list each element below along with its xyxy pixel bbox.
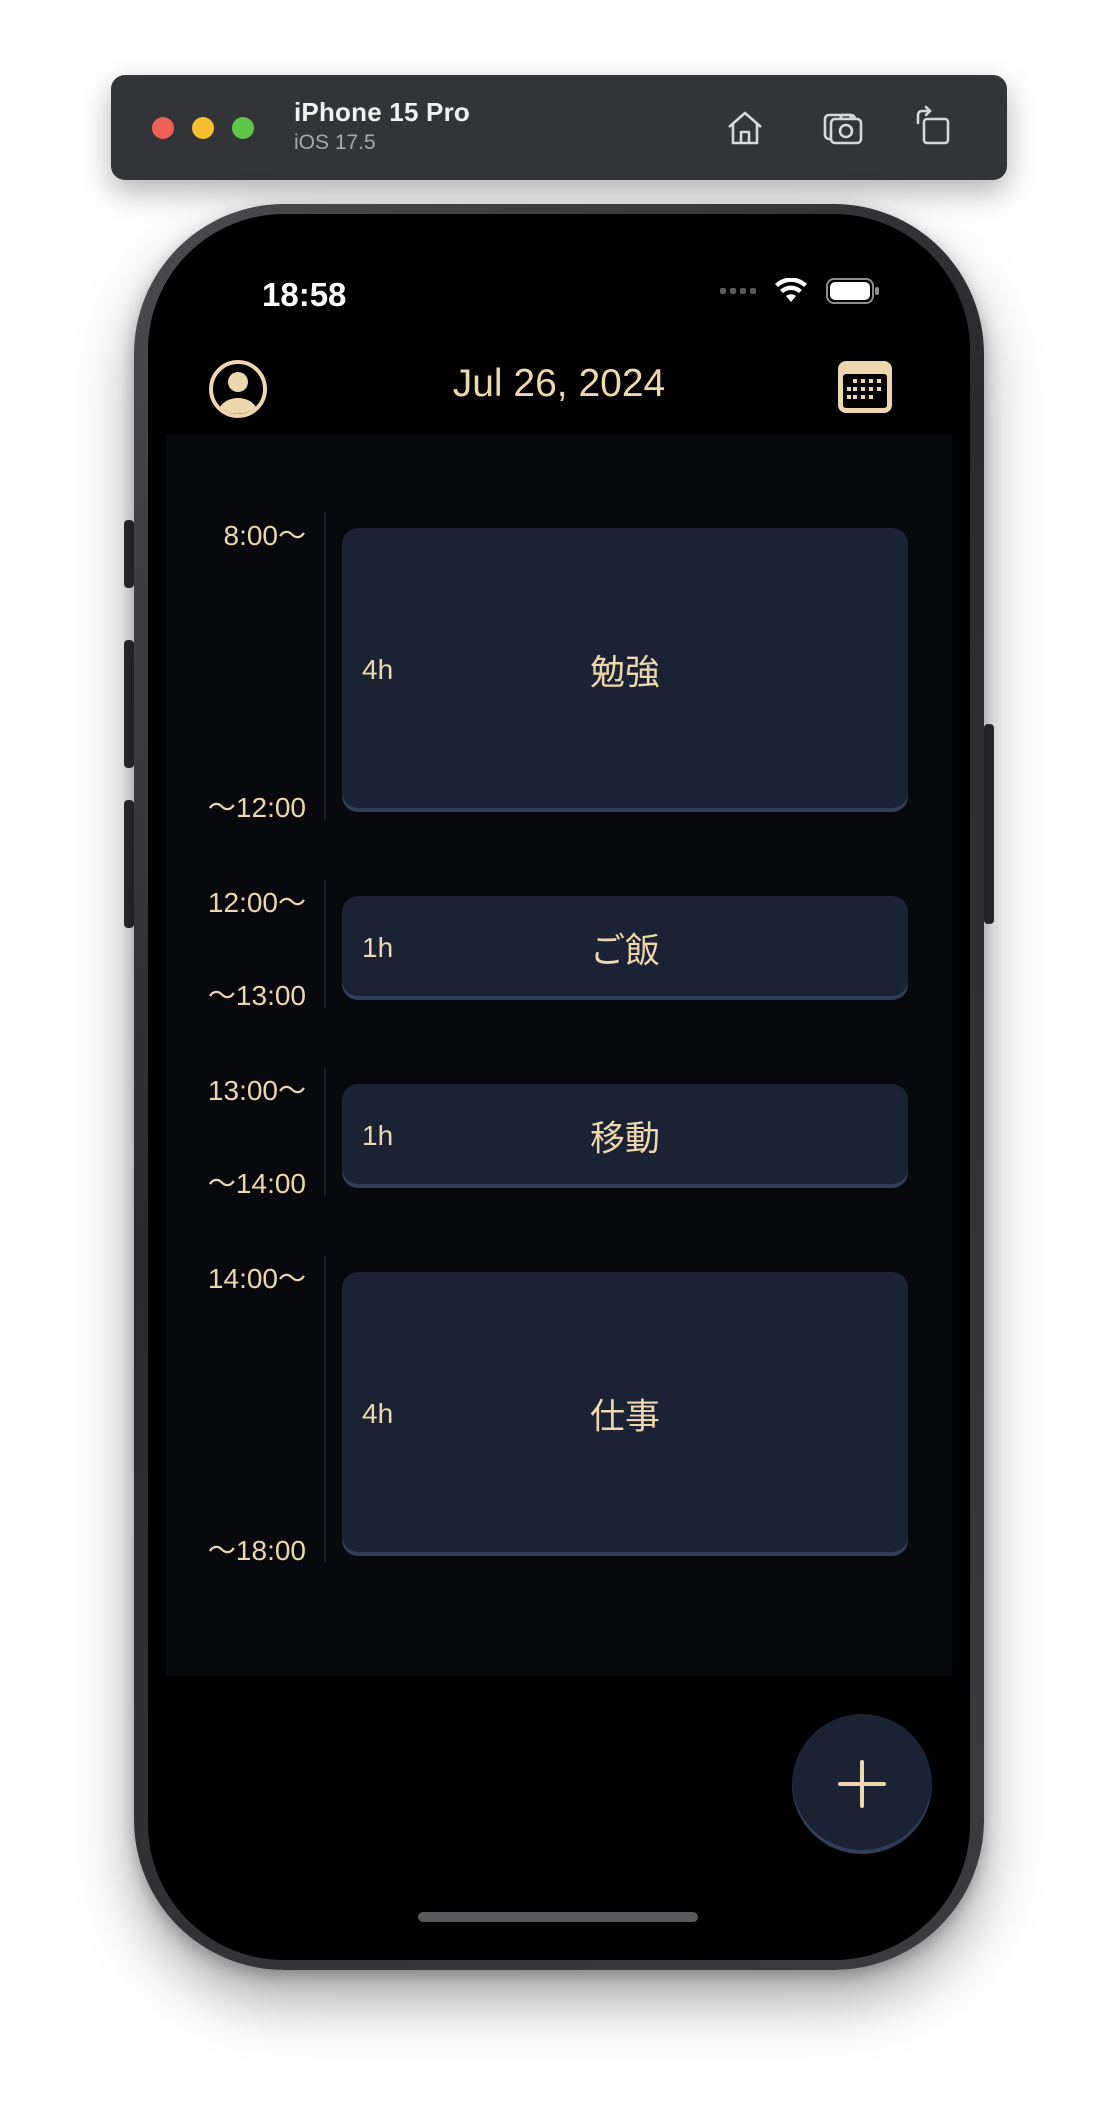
end-time-label: 〜14:00 (207, 1168, 306, 1199)
start-time-label: 14:00〜 (207, 1263, 306, 1294)
screenshot-icon (823, 113, 863, 145)
action-button (124, 520, 134, 588)
timeline-divider (324, 1068, 326, 1196)
rotate-icon (916, 105, 950, 145)
minimize-window-button[interactable] (192, 117, 214, 139)
volume-up-button (124, 640, 134, 768)
timeline-divider (324, 512, 326, 820)
schedule-card[interactable]: 1h 移動 (342, 1084, 908, 1188)
plus-icon (838, 1760, 886, 1808)
home-icon (728, 111, 762, 145)
calendar-button[interactable] (836, 359, 894, 415)
timeline-divider (324, 880, 326, 1008)
schedule-card[interactable]: 1h ご飯 (342, 896, 908, 1000)
add-event-button[interactable] (792, 1714, 932, 1854)
status-icons (720, 278, 880, 304)
cellular-signal-icon (720, 288, 756, 294)
battery-icon (826, 278, 879, 304)
os-version: iOS 17.5 (294, 131, 376, 154)
start-time-label: 13:00〜 (207, 1075, 306, 1106)
event-title: 勉強 (589, 653, 660, 694)
schedule-timeline: 8:00〜 〜12:00 4h 勉強 12:00〜 〜13:00 1h ご飯 1… (166, 434, 952, 1676)
status-time: 18:58 (262, 276, 347, 313)
start-time-label: 12:00〜 (207, 887, 306, 918)
power-button (984, 724, 994, 924)
phone-screen: 18:58 Jul 26, 2024 8:00〜 〜12:00 4h 勉強 12… (148, 214, 970, 1960)
screenshot-button[interactable] (817, 101, 869, 153)
simulator-toolbar: iPhone 15 Pro iOS 17.5 (111, 75, 1007, 180)
event-title: 移動 (589, 1119, 660, 1160)
rotate-button[interactable] (908, 101, 960, 153)
end-time-label: 〜12:00 (207, 792, 306, 823)
start-time-label: 8:00〜 (223, 520, 307, 551)
device-name: iPhone 15 Pro (294, 97, 470, 127)
schedule-card[interactable]: 4h 勉強 (342, 528, 908, 812)
home-indicator[interactable] (418, 1912, 698, 1922)
calendar-icon (838, 361, 892, 413)
close-window-button[interactable] (152, 117, 174, 139)
end-time-label: 〜18:00 (207, 1535, 306, 1566)
event-title: 仕事 (589, 1397, 660, 1438)
wifi-icon (775, 278, 807, 302)
volume-down-button (124, 800, 134, 928)
zoom-window-button[interactable] (232, 117, 254, 139)
home-button[interactable] (719, 101, 771, 153)
event-title: ご飯 (589, 931, 660, 972)
timeline-divider (324, 1256, 326, 1562)
end-time-label: 〜13:00 (207, 980, 306, 1011)
schedule-card[interactable]: 4h 仕事 (342, 1272, 908, 1556)
